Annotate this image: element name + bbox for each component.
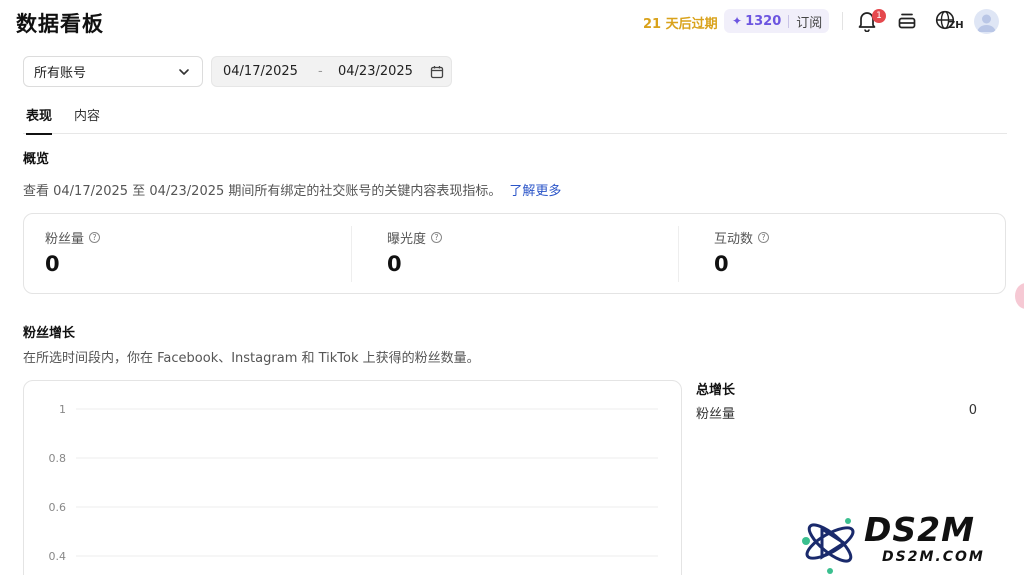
notification-badge: 1: [872, 9, 886, 23]
learn-more-link[interactable]: 了解更多: [509, 184, 561, 199]
metric-value: 0: [45, 252, 60, 276]
atom-logo-icon: [802, 518, 855, 574]
metric-label-wrap: 粉丝量 ?: [45, 228, 101, 247]
language-code[interactable]: ZH: [948, 20, 964, 31]
layers-icon[interactable]: [897, 11, 917, 31]
watermark: DS2M DS2M.COM: [800, 508, 1024, 575]
tab-bar: 表现 内容: [23, 102, 1007, 135]
metric-label-wrap: 互动数 ?: [714, 228, 770, 247]
follower-growth-chart: 1 0.8 0.6 0.4: [23, 380, 682, 575]
subscribe-button[interactable]: 订阅: [796, 12, 822, 31]
metric-value: 0: [714, 252, 729, 276]
overview-title: 概览: [23, 152, 50, 167]
user-avatar[interactable]: [974, 9, 999, 34]
floating-help-button[interactable]: [1015, 283, 1024, 309]
metric-label-wrap: 曝光度 ?: [387, 228, 443, 247]
y-tick-label: 0.4: [49, 550, 67, 563]
trial-expire-text[interactable]: 21 天后过期: [643, 13, 718, 32]
tab-content[interactable]: 内容: [74, 105, 100, 134]
top-header: 数据看板 21 天后过期 ✦ 1320 订阅 1 ZH: [0, 0, 1024, 44]
date-end[interactable]: 04/23/2025: [338, 64, 413, 79]
y-tick-label: 1: [59, 403, 66, 416]
follower-growth-title: 粉丝增长: [23, 326, 76, 341]
calendar-icon[interactable]: [430, 65, 444, 79]
metrics-card: 粉丝量 ? 0 曝光度 ? 0 互动数 ? 0: [23, 213, 1006, 294]
total-growth-value: 0: [968, 403, 977, 418]
y-tick-label: 0.6: [49, 501, 67, 514]
avatar-person-icon: [977, 14, 996, 32]
account-select[interactable]: 所有账号: [23, 56, 203, 87]
pill-divider: [788, 14, 790, 28]
watermark-text: DS2M: [864, 510, 975, 549]
total-growth-panel: 总增长 粉丝量 0: [696, 379, 981, 422]
help-icon[interactable]: ?: [89, 232, 101, 243]
date-separator: -: [318, 64, 323, 79]
watermark-url: DS2M.COM: [882, 549, 985, 565]
metric-divider: [351, 226, 352, 282]
tab-performance[interactable]: 表现: [26, 105, 53, 135]
help-icon[interactable]: ?: [431, 232, 443, 243]
chevron-down-icon: [179, 69, 189, 75]
credits-subscribe-pill[interactable]: ✦ 1320 订阅: [724, 9, 829, 33]
total-growth-title: 总增长: [696, 383, 736, 398]
metric-divider: [678, 226, 679, 282]
follower-growth-description: 在所选时间段内，你在 Facebook、Instagram 和 TikTok 上…: [23, 351, 480, 366]
total-growth-label: 粉丝量: [696, 407, 736, 422]
help-icon[interactable]: ?: [758, 232, 770, 243]
page-title: 数据看板: [16, 12, 104, 36]
chart-canvas: 1 0.8 0.6 0.4: [49, 403, 658, 563]
date-start[interactable]: 04/17/2025: [223, 64, 298, 79]
metric-label: 互动数: [714, 232, 754, 247]
metric-label: 粉丝量: [45, 232, 85, 247]
metric-label: 曝光度: [387, 232, 427, 247]
metric-value: 0: [387, 252, 402, 276]
credits-count: 1320: [745, 13, 782, 29]
total-growth-row: 粉丝量 0: [696, 403, 981, 422]
overview-description-text: 查看 04/17/2025 至 04/23/2025 期间所有绑定的社交账号的关…: [23, 184, 502, 199]
sparkle-icon: ✦: [732, 14, 743, 28]
account-select-value: 所有账号: [34, 66, 87, 81]
y-tick-label: 0.8: [49, 452, 67, 465]
overview-description: 查看 04/17/2025 至 04/23/2025 期间所有绑定的社交账号的关…: [23, 180, 561, 199]
date-range-picker[interactable]: 04/17/2025 - 04/23/2025: [211, 56, 452, 87]
header-divider: [842, 12, 843, 30]
